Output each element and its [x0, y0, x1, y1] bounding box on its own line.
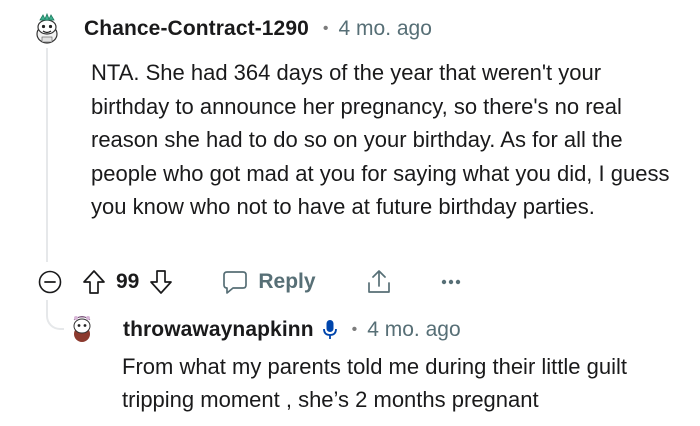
downvote-icon[interactable] — [149, 269, 173, 295]
comment-body: From what my parents told me during thei… — [122, 354, 627, 412]
username[interactable]: throwawaynapkinn — [123, 318, 314, 342]
comment-header: Chance-Contract-1290 • 4 mo. ago — [30, 12, 432, 46]
microphone-icon — [322, 319, 338, 341]
username[interactable]: Chance-Contract-1290 — [84, 17, 309, 41]
vote-score: 99 — [116, 270, 140, 293]
share-icon[interactable] — [366, 268, 392, 296]
comment-icon — [221, 269, 249, 295]
timestamp[interactable]: 4 mo. ago — [367, 318, 460, 342]
upvote-icon[interactable] — [82, 269, 106, 295]
comment-header: throwawaynapkinn • 4 mo. ago — [67, 313, 461, 347]
timestamp[interactable]: 4 mo. ago — [339, 17, 432, 41]
more-icon[interactable] — [440, 278, 462, 286]
user-avatar[interactable] — [30, 12, 64, 46]
user-avatar[interactable] — [67, 313, 101, 347]
comment-actions: 99 Reply — [38, 262, 462, 302]
reply-label: Reply — [258, 270, 316, 293]
thread-line — [46, 48, 48, 262]
collapse-icon[interactable] — [38, 270, 62, 294]
separator-dot: • — [351, 321, 358, 338]
reply-button[interactable]: Reply — [221, 269, 316, 295]
comment-body: NTA. She had 364 days of the year that w… — [91, 60, 670, 219]
reply-connector — [46, 300, 64, 330]
separator-dot: • — [322, 20, 329, 37]
